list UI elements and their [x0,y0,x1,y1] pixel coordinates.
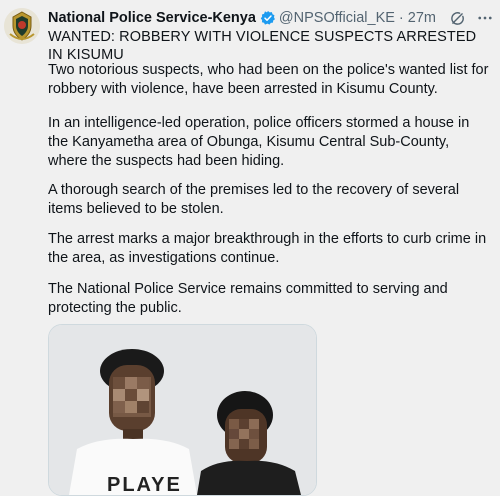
tweet-paragraph: Two notorious suspects, who had been on … [48,62,489,97]
tweet-headline: WANTED: ROBBERY WITH VIOLENCE SUSPECTS A… [48,29,477,63]
tweet-header: National Police Service-Kenya @NPSOffici… [48,8,494,28]
suspects-photo: PLAYE [49,325,316,495]
more-icon[interactable] [476,9,494,27]
shirt-text: PLAYE [107,474,182,495]
tweet-paragraph: The arrest marks a major breakthrough in… [48,231,487,266]
tweet-paragraph: The National Police Service remains comm… [48,281,448,316]
author-handle[interactable]: @NPSOfficial_KE [279,10,395,26]
avatar[interactable] [4,8,40,44]
verified-badge-icon [260,10,276,26]
grok-icon[interactable] [449,10,466,27]
timestamp[interactable]: 27m [408,10,436,26]
tweet-paragraph: A thorough search of the premises led to… [48,182,460,217]
tweet-paragraph: In an intelligence-led operation, police… [48,115,470,169]
separator-dot: · [398,10,404,26]
police-crest-icon [4,8,40,44]
tweet-media-photo[interactable]: PLAYE [48,324,317,496]
author-name[interactable]: National Police Service-Kenya [48,10,256,26]
